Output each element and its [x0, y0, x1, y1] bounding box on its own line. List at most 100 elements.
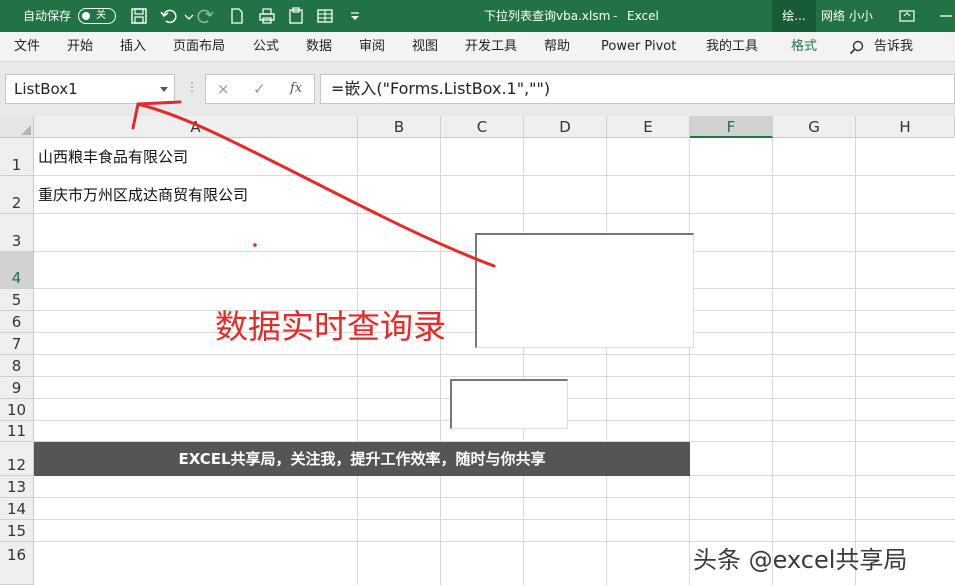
row-header-1[interactable]: 1	[0, 138, 34, 176]
gridline	[772, 138, 773, 585]
tab-data[interactable]: 数据	[306, 32, 332, 62]
gridline	[34, 376, 955, 377]
column-header-h[interactable]: H	[856, 116, 955, 138]
cancel-icon[interactable]: ×	[217, 75, 230, 103]
cell-a1[interactable]: 山西粮丰食品有限公司	[38, 147, 188, 167]
minimize-icon[interactable]	[937, 7, 955, 25]
ribbon-display-icon[interactable]	[898, 7, 916, 25]
save-icon[interactable]	[130, 7, 148, 25]
row-header-15[interactable]: 15	[0, 520, 34, 542]
watermark: 头条 @excel共享局	[693, 546, 908, 574]
file-name: 下拉列表查询vba.xlsm	[484, 9, 611, 23]
tab-home[interactable]: 开始	[67, 32, 93, 62]
annotation-text: 数据实时查询录	[215, 307, 446, 346]
gridline	[34, 354, 955, 355]
listbox-control-small[interactable]	[450, 379, 568, 429]
tab-insert[interactable]: 插入	[120, 32, 146, 62]
tell-me-input[interactable]: 告诉我	[874, 32, 913, 62]
cell-a2[interactable]: 重庆市万州区成达商贸有限公司	[38, 185, 248, 205]
gridline	[689, 138, 690, 585]
row-number: 7	[11, 335, 22, 353]
splitter-dots-icon[interactable]: ⋮	[186, 80, 198, 94]
row-number: 12	[6, 456, 27, 474]
row-number: 1	[11, 156, 22, 174]
tab-page-layout[interactable]: 页面布局	[173, 32, 225, 62]
gridline	[34, 497, 955, 498]
column-header-b[interactable]: B	[358, 116, 441, 138]
name-box-value: ListBox1	[14, 80, 78, 98]
row-header-2[interactable]: 2	[0, 176, 34, 214]
tab-developer[interactable]: 开发工具	[465, 32, 517, 62]
search-icon[interactable]	[849, 40, 864, 55]
row-number: 9	[11, 379, 22, 397]
row-header-10[interactable]: 10	[0, 399, 34, 421]
row-number: 3	[11, 232, 22, 250]
drawing-tools-label: 绘...	[782, 9, 806, 23]
tab-view[interactable]: 视图	[412, 32, 438, 62]
undo-icon[interactable]	[160, 7, 178, 25]
tab-power-pivot[interactable]: Power Pivot	[601, 32, 676, 62]
tab-file[interactable]: 文件	[14, 32, 40, 62]
customize-qat-icon[interactable]	[346, 7, 364, 25]
row-header-7[interactable]: 7	[0, 333, 34, 355]
formula-input[interactable]: =嵌入("Forms.ListBox.1","")	[320, 74, 955, 104]
title-separator: -	[613, 9, 618, 23]
row-number: 14	[6, 500, 27, 518]
fx-icon[interactable]: fx	[290, 75, 302, 103]
row-header-3[interactable]: 3	[0, 214, 34, 252]
gridline	[606, 138, 607, 585]
row-number: 10	[6, 401, 27, 419]
tab-review[interactable]: 审阅	[359, 32, 385, 62]
tab-help[interactable]: 帮助	[544, 32, 570, 62]
row-number: 5	[11, 291, 22, 309]
tab-format[interactable]: 格式	[791, 32, 817, 62]
banner-cell[interactable]: EXCEL共享局，关注我，提升工作效率，随时与你共享	[34, 442, 690, 476]
row-header-12[interactable]: 12	[0, 442, 34, 476]
autosave-label: 自动保存	[23, 9, 72, 23]
app-name: Excel	[627, 9, 659, 23]
listbox-control[interactable]	[475, 233, 694, 348]
gridline	[855, 138, 856, 585]
column-header-c[interactable]: C	[441, 116, 524, 138]
row-header-13[interactable]: 13	[0, 476, 34, 498]
row-header-16[interactable]: 16	[0, 542, 34, 585]
row-number: 2	[11, 194, 22, 212]
drawing-tools-tab[interactable]: 绘...	[772, 0, 816, 32]
column-header-g[interactable]: G	[773, 116, 856, 138]
gridline	[34, 519, 955, 520]
enter-icon[interactable]: ✓	[253, 75, 266, 103]
row-header-5[interactable]: 5	[0, 289, 34, 311]
row-number: 6	[11, 313, 22, 331]
new-file-icon[interactable]	[228, 7, 246, 25]
formula-buttons: × ✓ fx	[205, 74, 315, 104]
row-header-8[interactable]: 8	[0, 355, 34, 377]
gridline	[34, 213, 955, 214]
tab-formulas[interactable]: 公式	[253, 32, 279, 62]
title-bar: 自动保存 关 下拉列表查询vba.xlsm - Excel 绘... 网络 小小	[0, 0, 955, 32]
row-number: 11	[6, 422, 27, 440]
gridline	[440, 138, 441, 585]
row-header-4[interactable]: 4	[0, 252, 34, 289]
column-header-e[interactable]: E	[607, 116, 690, 138]
column-header-a[interactable]: A	[34, 116, 358, 138]
row-header-9[interactable]: 9	[0, 377, 34, 399]
user-name[interactable]: 网络 小小	[821, 0, 873, 32]
select-all-icon	[21, 125, 31, 135]
row-header-11[interactable]: 11	[0, 421, 34, 442]
chevron-down-icon[interactable]	[160, 87, 168, 92]
print-icon[interactable]	[258, 7, 276, 25]
column-header-f[interactable]: F	[690, 116, 773, 138]
clipboard-icon[interactable]	[287, 7, 305, 25]
row-header-6[interactable]: 6	[0, 311, 34, 333]
ribbon-tabs: 文件 开始 插入 页面布局 公式 数据 审阅 视图 开发工具 帮助 Power …	[0, 32, 955, 62]
formula-value: =嵌入("Forms.ListBox.1","")	[331, 79, 551, 98]
column-header-d[interactable]: D	[524, 116, 607, 138]
toggle-knob	[82, 12, 90, 20]
row-header-14[interactable]: 14	[0, 498, 34, 520]
table-icon[interactable]	[316, 7, 334, 25]
autosave-state: 关	[96, 10, 106, 21]
name-box[interactable]: ListBox1	[5, 74, 175, 104]
redo-icon[interactable]	[196, 7, 214, 25]
autosave-toggle[interactable]: 关	[78, 8, 116, 24]
tab-my-tools[interactable]: 我的工具	[706, 32, 758, 62]
